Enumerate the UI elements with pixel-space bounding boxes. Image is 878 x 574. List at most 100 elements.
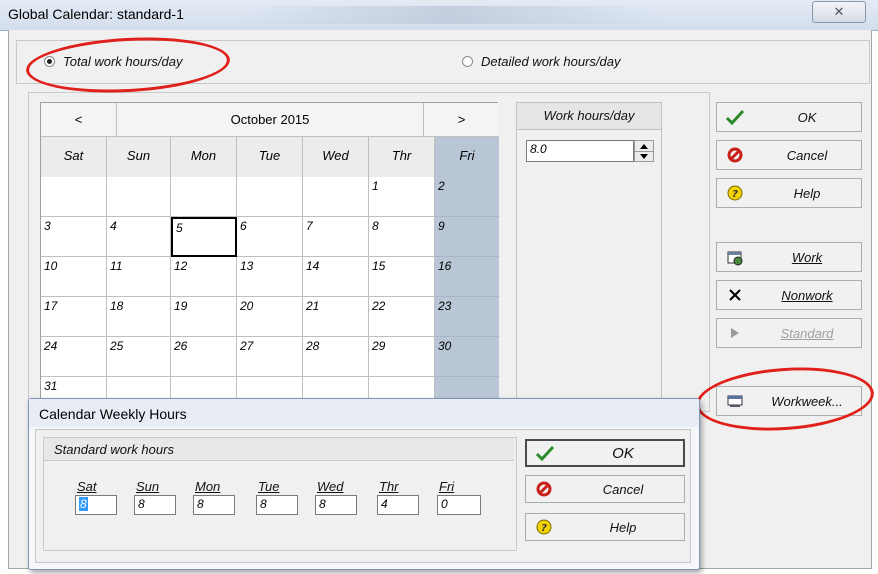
work-hours-input[interactable]: 8.0 (526, 140, 634, 162)
weekly-hours-input-wed[interactable]: 8 (315, 495, 357, 515)
weekly-day-label-sat: Sat (77, 479, 97, 494)
weekly-hours-input-fri[interactable]: 0 (437, 495, 481, 515)
calendar-day[interactable]: 11 (107, 257, 171, 297)
calendar-day[interactable]: 13 (237, 257, 303, 297)
calendar-day[interactable]: 23 (435, 297, 499, 337)
prev-month-button[interactable]: < (41, 103, 117, 137)
day-header-mon: Mon (171, 137, 237, 177)
radio-detailed[interactable] (462, 56, 473, 67)
radio-detailed-label[interactable]: Detailed work hours/day (481, 54, 620, 69)
calendar-day[interactable]: 26 (171, 337, 237, 377)
weekly-cancel-button[interactable]: Cancel (525, 475, 685, 503)
weekly-ok-button[interactable]: OK (525, 439, 685, 467)
work-hours-spinner[interactable] (634, 140, 654, 162)
weekly-day-label-thr: Thr (379, 479, 399, 494)
calendar-day[interactable]: 28 (303, 337, 369, 377)
weekly-hours-input-sat[interactable]: 8 (75, 495, 117, 515)
next-month-button[interactable]: > (423, 103, 499, 137)
day-header-thr: Thr (369, 137, 435, 177)
weekly-day-label-wed: Wed (317, 479, 344, 494)
calendar-day[interactable]: 29 (369, 337, 435, 377)
weekly-hours-value-sun[interactable]: 8 (138, 497, 145, 511)
check-icon (725, 107, 745, 127)
nonwork-button[interactable]: Nonwork (716, 280, 862, 310)
weekly-hours-value-thr[interactable]: 4 (381, 497, 388, 511)
calendar-day[interactable]: 8 (369, 217, 435, 257)
weekly-ok-label: OK (612, 444, 634, 462)
weekly-day-label-tue: Tue (258, 479, 280, 494)
day-header-sat: Sat (41, 137, 107, 177)
standard-label: Standard (757, 319, 857, 347)
nonwork-label-text: Nonwork (781, 287, 833, 303)
calendar-day[interactable]: 27 (237, 337, 303, 377)
weekly-day-label-sun: Sun (136, 479, 160, 494)
calendar-day[interactable]: 19 (171, 297, 237, 337)
standard-hours-header: Standard work hours (44, 438, 514, 461)
weekly-dialog-title: Calendar Weekly Hours (39, 406, 187, 422)
calendar-day[interactable]: 6 (237, 217, 303, 257)
prev-month-label[interactable]: < (75, 112, 83, 127)
weekly-help-button[interactable]: ? Help (525, 513, 685, 541)
calendar-day[interactable]: 30 (435, 337, 499, 377)
cancel-icon (725, 145, 745, 165)
calendar-day[interactable] (107, 177, 171, 217)
weekly-hours-value-tue[interactable]: 8 (260, 497, 267, 511)
calendar-day[interactable]: 14 (303, 257, 369, 297)
calendar-day[interactable]: 12 (171, 257, 237, 297)
calendar-day[interactable] (41, 177, 107, 217)
weekly-day-label-fri: Fri (439, 479, 455, 494)
month-label: October 2015 (117, 103, 423, 137)
calendar-day[interactable] (303, 177, 369, 217)
weekly-hours-input-sun[interactable]: 8 (134, 495, 176, 515)
calendar-day[interactable]: 16 (435, 257, 499, 297)
day-header-tue: Tue (237, 137, 303, 177)
weekly-hours-input-tue[interactable]: 8 (256, 495, 298, 515)
calendar-day[interactable]: 1 (369, 177, 435, 217)
work-label: Work (757, 243, 857, 271)
calendar-day[interactable]: 17 (41, 297, 107, 337)
weekly-hours-value-mon[interactable]: 8 (197, 497, 204, 511)
ok-button[interactable]: OK (716, 102, 862, 132)
weekly-hours-input-thr[interactable]: 4 (377, 495, 419, 515)
weekly-day-label-mon: Mon (195, 479, 221, 494)
weekly-hours-dialog: Calendar Weekly Hours Standard work hour… (28, 398, 700, 570)
work-button[interactable]: Work (716, 242, 862, 272)
weekly-hours-value-fri[interactable]: 0 (441, 497, 448, 511)
work-hours-value[interactable]: 8.0 (530, 142, 547, 156)
close-button[interactable]: ✕ (812, 1, 866, 23)
calendar-day[interactable]: 21 (303, 297, 369, 337)
radio-detailed-row[interactable]: Detailed work hours/day (462, 54, 620, 69)
calendar-day[interactable]: 2 (435, 177, 499, 217)
calendar-day[interactable]: 24 (41, 337, 107, 377)
work-hours-header: Work hours/day (517, 103, 661, 130)
standard-button[interactable]: Standard (716, 318, 862, 348)
calendar-day[interactable]: 10 (41, 257, 107, 297)
work-label-text: Work (791, 249, 823, 265)
ok-label: OK (797, 109, 817, 125)
title-bar: Global Calendar: standard-1 ✕ (0, 0, 878, 31)
weekly-hours-input-mon[interactable]: 8 (193, 495, 235, 515)
work-calendar-icon (725, 247, 745, 267)
weekly-dialog-titlebar: Calendar Weekly Hours (29, 399, 699, 427)
close-icon[interactable]: ✕ (834, 4, 845, 19)
calendar-day[interactable]: 9 (435, 217, 499, 257)
calendar-day[interactable]: 15 (369, 257, 435, 297)
window-title: Global Calendar: standard-1 (8, 6, 184, 22)
cancel-button[interactable]: Cancel (716, 140, 862, 170)
calendar-day[interactable] (237, 177, 303, 217)
calendar-day[interactable]: 22 (369, 297, 435, 337)
calendar-day[interactable]: 25 (107, 337, 171, 377)
calendar-day[interactable]: 4 (107, 217, 171, 257)
calendar-day[interactable] (171, 177, 237, 217)
help-button[interactable]: ? Help (716, 178, 862, 208)
weekly-hours-value-wed[interactable]: 8 (319, 497, 326, 511)
check-icon (535, 443, 555, 463)
calendar-day-selected[interactable]: 5 (171, 217, 237, 257)
calendar-day[interactable]: 20 (237, 297, 303, 337)
weekly-hours-value-sat[interactable]: 8 (79, 497, 88, 511)
spinner-down-icon[interactable] (635, 151, 653, 161)
calendar-day[interactable]: 3 (41, 217, 107, 257)
calendar-day[interactable]: 18 (107, 297, 171, 337)
calendar-day[interactable]: 7 (303, 217, 369, 257)
next-month-label[interactable]: > (458, 112, 466, 127)
